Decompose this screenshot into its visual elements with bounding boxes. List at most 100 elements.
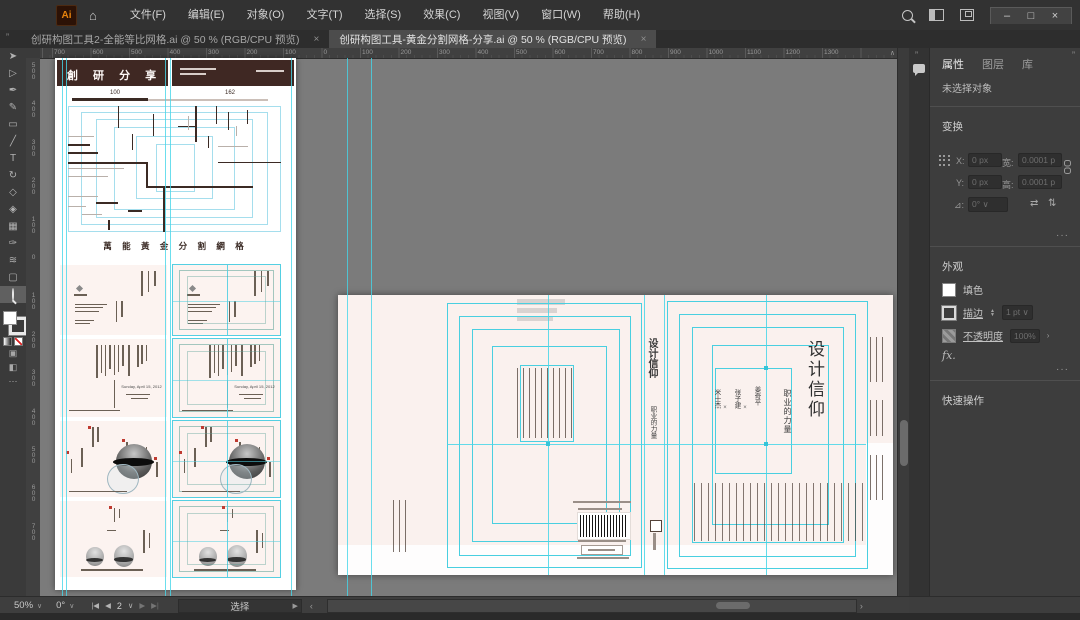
curvature-tool[interactable]: ✎ [0,99,26,116]
opacity-link[interactable]: 不透明度 [963,328,1003,343]
status-menu-icon[interactable]: ▶ [292,602,297,610]
type-tool[interactable]: T [0,150,26,167]
back-cover-credits[interactable] [393,500,411,552]
menu-item[interactable]: 编辑(E) [177,0,236,30]
artboard-number[interactable]: 2 [117,601,122,611]
thumbnail-spread[interactable] [173,501,280,577]
menu-item[interactable]: 效果(C) [412,0,471,30]
ruler-origin-corner[interactable] [26,48,40,58]
cover-title[interactable]: 设计信仰 [802,340,827,420]
menu-item[interactable]: 对象(O) [236,0,296,30]
fx-button[interactable]: fx. [930,347,1080,364]
horizontal-scrollbar-thumb[interactable] [716,602,750,609]
fill-stroke-swatches[interactable] [0,309,26,335]
direct-selection-tool[interactable]: ▷ [0,65,26,82]
scroll-up-icon[interactable]: ∧ [890,49,895,57]
menu-item[interactable]: 视图(V) [471,0,530,30]
flip-vertical-icon[interactable]: ⇅ [1048,198,1056,209]
panel-collapse-marks[interactable]: ” [6,32,9,48]
guide[interactable] [165,58,166,596]
zoom-tool[interactable] [0,286,26,303]
appearance-more-options[interactable]: ··· [930,364,1080,375]
guide[interactable] [347,58,348,596]
artboard-book-cover-spread[interactable]: 设计信仰 职业的力量 设计信仰 职业的力量 姜奇平 × 张子建 × 米士杰 [338,295,893,575]
canvas[interactable]: 7006005004003002001000100200300400500600… [40,48,897,596]
workspace-switcher-icon[interactable] [960,9,974,21]
home-icon[interactable]: ⌂ [89,8,97,23]
gradient-swatch[interactable] [3,337,12,346]
blend-tool[interactable]: ≋ [0,252,26,269]
opacity-more-icon[interactable]: › [1047,331,1050,340]
scroll-left-icon[interactable]: ‹ [310,601,313,611]
guide[interactable] [371,58,372,596]
panel-collapse-marks[interactable]: ” [915,50,918,60]
back-cover-text-block[interactable] [517,368,575,438]
next-artboard-icon[interactable]: ▶ [139,601,145,610]
comment-bubble-icon[interactable] [913,64,925,73]
fill-color-swatch[interactable] [942,283,956,297]
menu-item[interactable]: 选择(S) [354,0,413,30]
anchor-handle[interactable] [764,366,768,370]
stroke-width-field[interactable]: 1 pt ∨ [1002,305,1033,320]
stroke-stepper[interactable]: ▲▼ [990,309,995,317]
thumbnail-spread[interactable] [173,421,280,497]
close-button[interactable]: × [1047,10,1063,22]
arrange-documents-icon[interactable] [929,9,944,21]
artboard-grid-template[interactable]: 創 研 分 享 100 162 萬 能 黃 金 分 割 網 格 Sunday, … [55,58,296,590]
golden-ratio-grid-figure[interactable] [68,106,281,232]
selection-tool[interactable]: ➤ [0,48,26,65]
opacity-swatch[interactable] [942,329,956,343]
guide[interactable] [291,58,292,596]
menu-item[interactable]: 帮助(H) [592,0,651,30]
scroll-right-icon[interactable]: › [860,601,863,611]
panel-collapse-marks[interactable]: ” [1072,50,1075,60]
guide[interactable] [447,444,866,445]
search-icon[interactable] [902,10,913,21]
last-artboard-icon[interactable]: ▶| [151,601,159,610]
opacity-field[interactable]: 100% [1010,329,1040,343]
stroke-color-swatch[interactable] [942,306,956,320]
x-field[interactable]: 0 px [968,153,1002,167]
scale-tool[interactable]: ◇ [0,184,26,201]
thumbnail-spread[interactable]: Sunday, April 15, 2012 [60,339,167,417]
tab-document-2[interactable]: 创研构图工具-黄金分割网格-分享.ai @ 50 % (RGB/CPU 预览) … [329,30,656,48]
tab-libraries[interactable]: 库 [1022,56,1033,72]
thumbnail-spread[interactable] [173,265,280,335]
guide[interactable] [62,58,63,596]
menu-item[interactable]: 文字(T) [295,0,353,30]
line-segment-tool[interactable]: ╱ [0,133,26,150]
rotate-tool[interactable]: ↻ [0,167,26,184]
minimize-button[interactable]: – [999,10,1015,22]
reference-point-icon[interactable] [938,154,951,167]
width-field[interactable]: 0.0001 p [1018,153,1062,167]
edit-toolbar-icon[interactable]: ⋯ [0,374,26,388]
rectangle-tool[interactable]: ▭ [0,116,26,133]
pen-tool[interactable]: ✒ [0,82,26,99]
guide[interactable] [66,58,67,596]
zoom-level-select[interactable]: 50% ∨ [14,600,42,611]
menu-item[interactable]: 文件(F) [119,0,177,30]
previous-artboard-icon[interactable]: ◀ [105,601,111,610]
cover-subtitle[interactable]: 职业的力量 [782,389,793,434]
horizontal-scrollbar[interactable] [327,599,857,613]
front-cover-text-block[interactable] [694,483,866,541]
guide[interactable] [664,295,665,575]
guide[interactable] [170,58,171,596]
height-field[interactable]: 0.0001 p [1018,175,1062,189]
none-swatch[interactable] [14,337,23,346]
transform-more-options[interactable]: ··· [930,230,1080,241]
chevron-down-icon[interactable]: ∨ [128,601,134,610]
width-tool[interactable]: ◈ [0,201,26,218]
maximize-button[interactable]: □ [1023,10,1039,22]
thumbnail-spread[interactable] [60,421,167,497]
tab-layers[interactable]: 图层 [982,56,1004,72]
rotation-select[interactable]: 0° ∨ [56,600,74,611]
draw-mode-icon[interactable]: ▣ [0,346,26,360]
menu-item[interactable]: 窗口(W) [530,0,592,30]
screen-mode-icon[interactable]: ◧ [0,360,26,374]
tab-close-icon[interactable]: × [641,34,647,45]
tab-document-1[interactable]: 创研构图工具2-全能等比网格.ai @ 50 % (RGB/CPU 预览) × [21,30,329,48]
guide[interactable] [644,295,645,575]
anchor-handle[interactable] [764,442,768,446]
y-field[interactable]: 0 px [968,175,1002,189]
